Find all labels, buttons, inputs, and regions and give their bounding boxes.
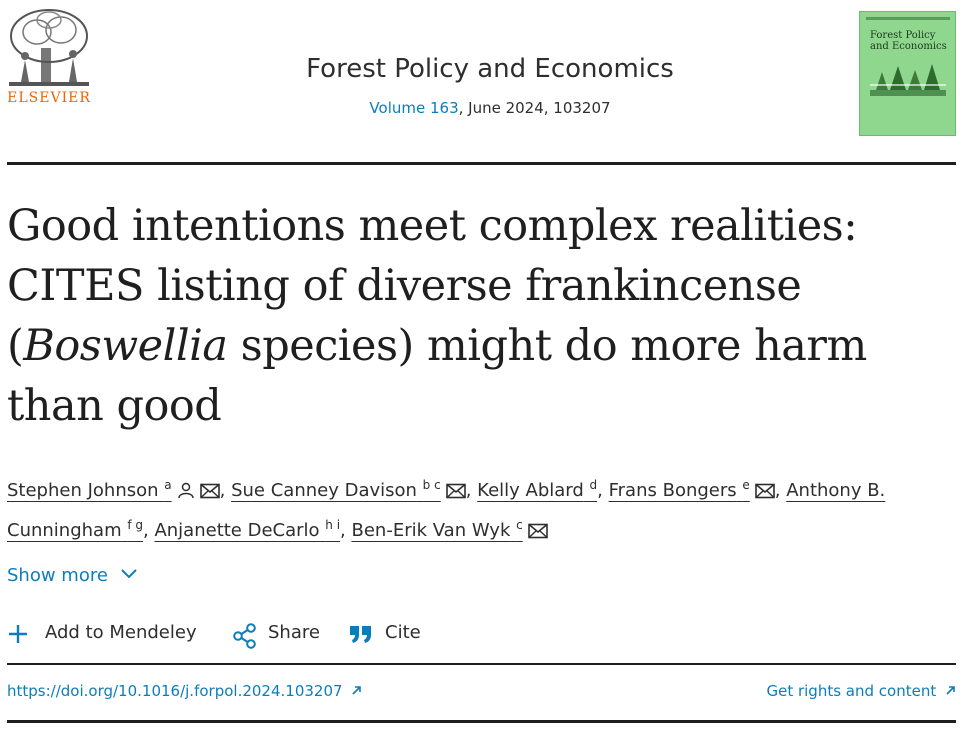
doi-link[interactable]: https://doi.org/10.1016/j.forpol.2024.10… — [7, 682, 362, 700]
rights-text: Get rights and content — [766, 682, 937, 700]
mail-icon[interactable] — [527, 523, 548, 539]
show-more-button[interactable]: Show more — [7, 565, 138, 586]
plus-icon — [9, 625, 27, 643]
share-icon — [233, 623, 256, 649]
get-rights-link[interactable]: Get rights and content — [766, 682, 956, 700]
journal-cover[interactable]: Forest Policy and Economics — [859, 11, 956, 136]
mail-icon[interactable] — [754, 483, 775, 499]
author-link[interactable]: Anjanette DeCarlo h i — [154, 518, 340, 541]
doi-text: https://doi.org/10.1016/j.forpol.2024.10… — [7, 682, 343, 700]
elsevier-tree-icon — [9, 9, 89, 86]
volume-link[interactable]: Volume 163 — [369, 99, 458, 117]
person-icon[interactable] — [177, 481, 195, 499]
header-divider — [7, 162, 956, 165]
external-link-icon — [946, 686, 955, 695]
actions-divider — [7, 663, 956, 665]
mendeley-label: Add to Mendeley — [45, 622, 197, 643]
title-italic: Boswellia — [23, 321, 228, 371]
mail-icon[interactable] — [445, 483, 466, 499]
article-title: Good intentions meet complex realities: … — [7, 196, 957, 436]
issue-info: Volume 163, June 2024, 103207 — [180, 99, 800, 117]
cite-label: Cite — [385, 622, 421, 643]
elsevier-logo[interactable]: ELSEVIER — [7, 8, 91, 108]
author-link[interactable]: Kelly Ablard d — [477, 478, 597, 501]
issue-details: , June 2024, 103207 — [458, 99, 611, 117]
author-link[interactable]: Stephen Johnson a — [7, 478, 172, 501]
mail-icon[interactable] — [199, 483, 220, 499]
footer-divider — [7, 720, 956, 723]
author-link[interactable]: Frans Bongers e — [609, 478, 750, 501]
author-list: Stephen Johnson a, Sue Canney Davison b … — [7, 478, 886, 541]
show-more-label: Show more — [7, 565, 108, 586]
author-link[interactable]: Sue Canney Davison b c — [231, 478, 441, 501]
cover-trees-icon — [870, 64, 946, 96]
cover-title: Forest Policy and Economics — [870, 30, 947, 52]
author-link[interactable]: Ben-Erik Van Wyk c — [352, 518, 523, 541]
external-link-icon — [352, 686, 362, 695]
share-label: Share — [268, 622, 320, 643]
chevron-down-icon — [120, 569, 137, 579]
journal-title[interactable]: Forest Policy and Economics — [180, 54, 800, 84]
elsevier-wordmark: ELSEVIER — [7, 90, 91, 106]
cover-header-bar — [866, 17, 950, 20]
article-header: ELSEVIER Forest Policy and Economics Vol… — [0, 0, 980, 165]
quote-icon — [350, 626, 371, 643]
